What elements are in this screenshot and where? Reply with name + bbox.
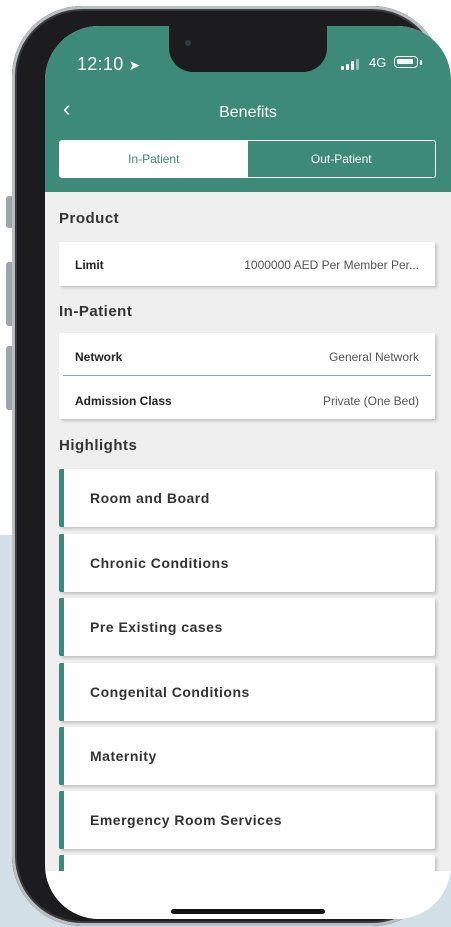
product-card: Limit 1000000 AED Per Member Per...	[59, 242, 435, 286]
section-title-product: Product	[59, 210, 120, 227]
highlight-congenital-conditions[interactable]: Congenital Conditions	[59, 663, 435, 721]
home-indicator[interactable]	[171, 909, 325, 914]
network-type: 4G	[369, 55, 387, 70]
status-time-label: 12:10	[77, 54, 124, 74]
network-label: Network	[75, 350, 123, 364]
limit-label: Limit	[75, 258, 104, 272]
signal-icon	[341, 59, 359, 70]
battery-tip	[420, 60, 422, 65]
section-title-in-patient: In-Patient	[59, 303, 133, 320]
notch	[169, 26, 327, 72]
admission-class-value: Private (One Bed)	[322, 394, 419, 408]
limit-row: Limit 1000000 AED Per Member Per...	[75, 258, 419, 272]
phone-frame: 12:10 ➤ 4G ‹ Benefits In-Patient Out-Pati…	[12, 6, 451, 926]
section-title-highlights: Highlights	[59, 437, 138, 454]
tab-out-patient[interactable]: Out-Patient	[247, 141, 435, 177]
highlight-maternity[interactable]: Maternity	[59, 727, 435, 785]
page-title: Benefits	[219, 104, 277, 121]
in-patient-card: Network General Network Admission Class …	[59, 333, 435, 419]
admission-class-row: Admission Class Private (One Bed)	[75, 394, 419, 408]
patient-type-tabs: In-Patient Out-Patient	[59, 140, 436, 178]
tab-in-patient[interactable]: In-Patient	[60, 141, 248, 177]
highlight-chronic-conditions[interactable]: Chronic Conditions	[59, 534, 435, 592]
app-header: 12:10 ➤ 4G ‹ Benefits In-Patient Out-Pati…	[45, 26, 451, 192]
highlight-room-and-board[interactable]: Room and Board	[59, 469, 435, 527]
camera-icon	[185, 40, 191, 46]
battery-icon	[394, 56, 418, 68]
network-value: General Network	[328, 350, 419, 364]
limit-value: 1000000 AED Per Member Per...	[244, 258, 419, 272]
admission-class-label: Admission Class	[75, 394, 172, 408]
location-arrow-icon: ➤	[128, 57, 141, 73]
screen: 12:10 ➤ 4G ‹ Benefits In-Patient Out-Pati…	[45, 26, 451, 919]
row-divider	[63, 375, 431, 376]
network-row: Network General Network	[75, 350, 419, 364]
highlight-pre-existing-cases[interactable]: Pre Existing cases	[59, 598, 435, 656]
highlight-emergency-room-services[interactable]: Emergency Room Services	[59, 791, 435, 849]
status-time: 12:10 ➤	[77, 54, 141, 75]
